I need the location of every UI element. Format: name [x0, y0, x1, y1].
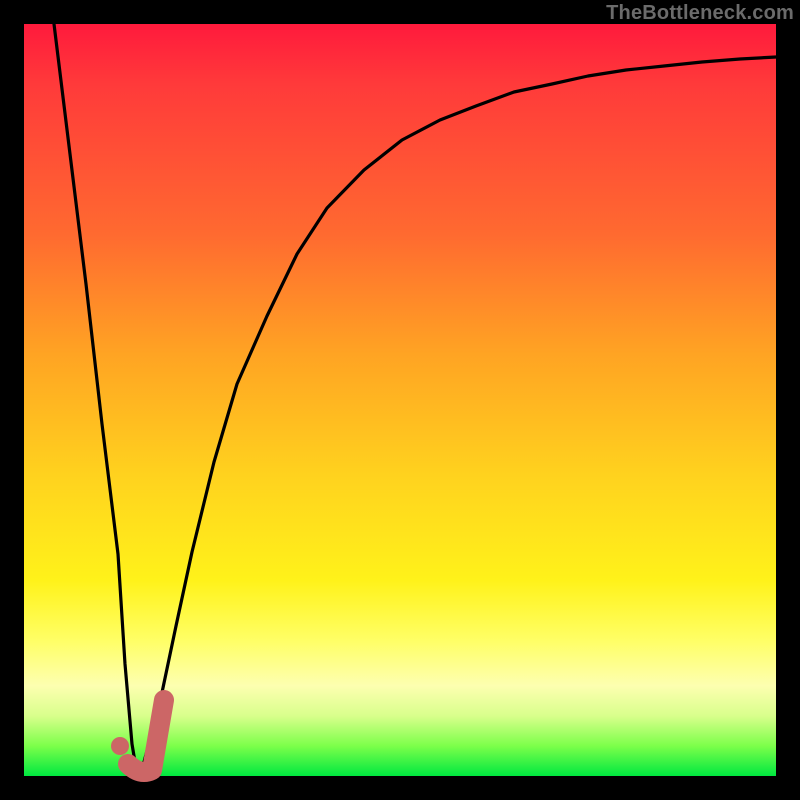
optimum-marker	[128, 700, 164, 772]
plot-area	[24, 24, 776, 776]
optimum-marker-dot	[111, 737, 129, 755]
watermark-text: TheBottleneck.com	[606, 2, 794, 25]
chart-frame: TheBottleneck.com	[0, 0, 800, 800]
bottleneck-curve-svg	[24, 24, 776, 776]
bottleneck-curve	[54, 24, 776, 774]
